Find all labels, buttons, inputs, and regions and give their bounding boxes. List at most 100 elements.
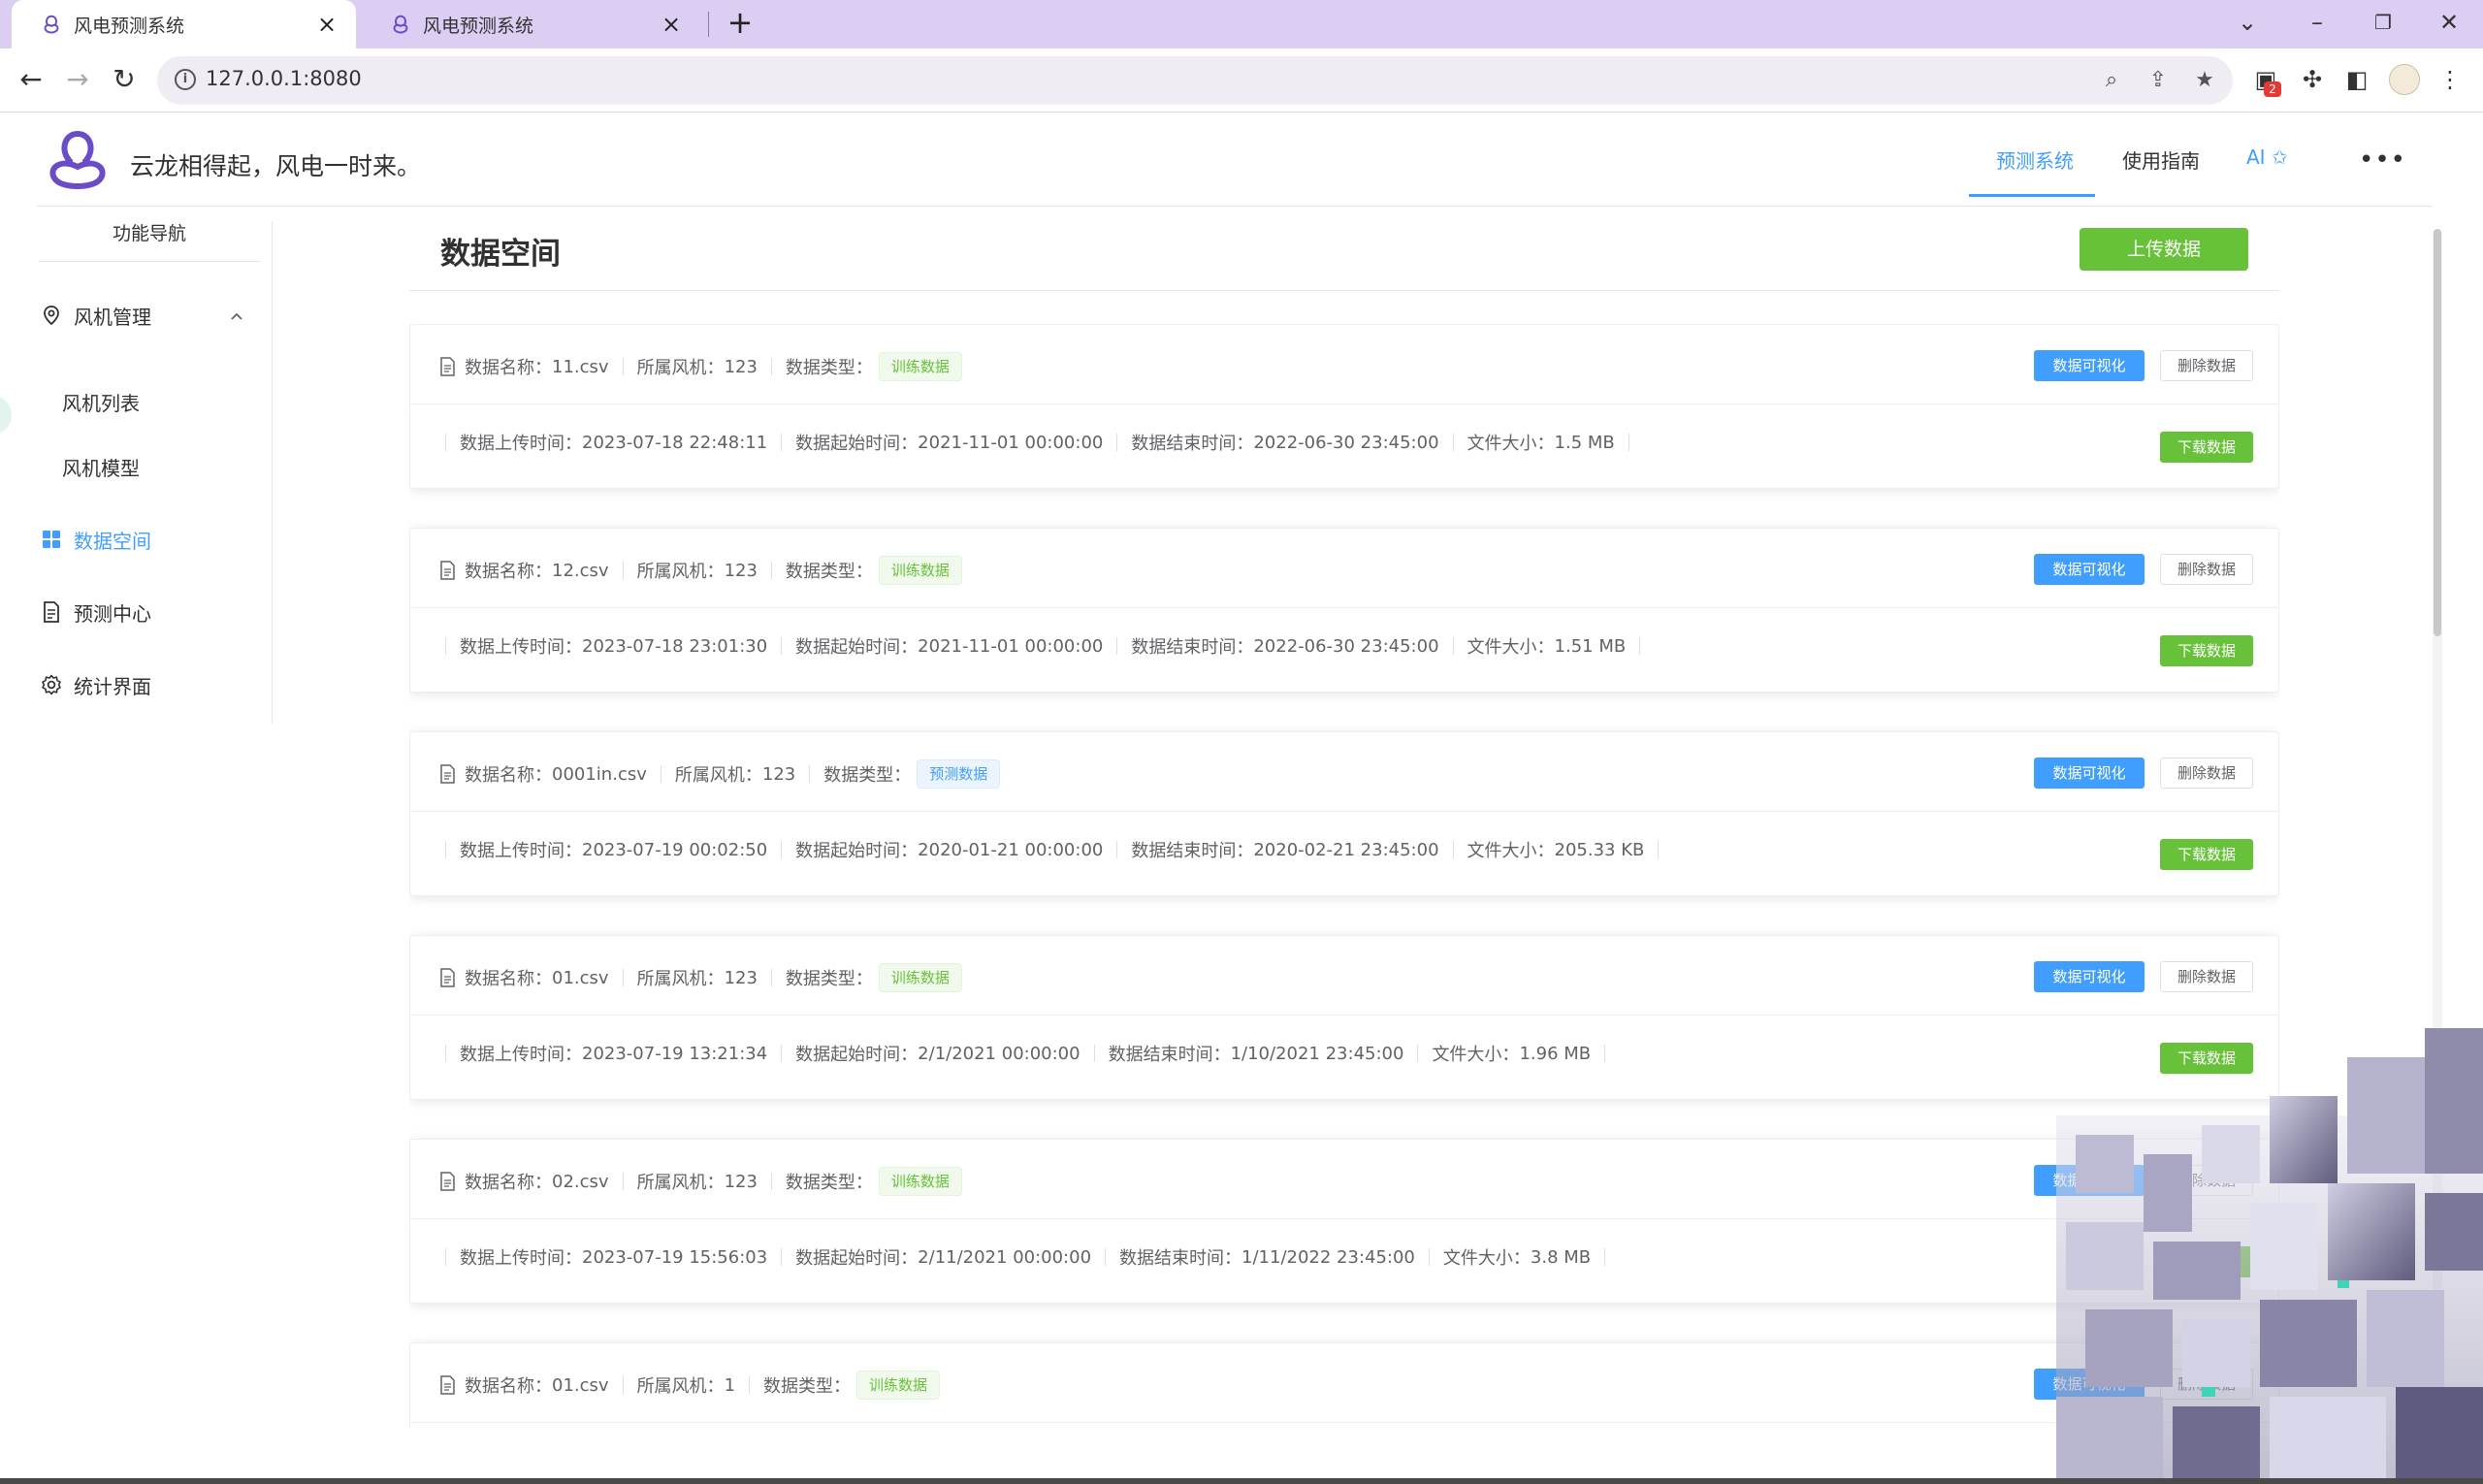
data-name-value: 11.csv — [552, 356, 609, 377]
topnav-prediction-system[interactable]: 预测系统 — [1996, 145, 2074, 174]
browser-tabstrip: 风电预测系统 × 风电预测系统 × + ⌄ – ❐ ✕ — [0, 0, 2483, 48]
close-window-icon[interactable]: ✕ — [2425, 0, 2473, 45]
restore-icon[interactable]: ❐ — [2359, 0, 2407, 45]
delete-data-button[interactable]: 删除数据 — [2160, 961, 2253, 992]
turbine-label: 所属风机： — [636, 1376, 725, 1397]
data-card: 数据名称： 02.csv 所属风机： 123 数据类型： 训练数据 数据可视化 … — [409, 1139, 2279, 1304]
field-separator — [1417, 1045, 1419, 1062]
visualize-data-button[interactable]: 数据可视化 — [2034, 350, 2144, 381]
start-time-label: 数据起始时间： — [795, 637, 919, 658]
visualize-data-button[interactable]: 数据可视化 — [2034, 758, 2144, 789]
browser-menu-icon[interactable]: ⋮ — [2435, 64, 2466, 95]
field-separator — [749, 1376, 751, 1394]
reload-icon[interactable]: ↻ — [105, 60, 144, 99]
field-separator — [445, 1248, 446, 1266]
card-header: 数据名称： 0001in.csv 所属风机： 123 数据类型： 预测数据 数据… — [410, 732, 2278, 812]
type-label: 数据类型： — [823, 765, 912, 786]
type-field: 数据类型： 训练数据 — [763, 1371, 941, 1400]
forward-arrow-icon[interactable]: → — [58, 60, 97, 99]
start-time-value: 2021-11-01 00:00:00 — [918, 432, 1104, 453]
end-time-label: 数据结束时间： — [1131, 434, 1254, 454]
file-size-value: 1.96 MB — [1519, 1043, 1592, 1064]
data-name-field: 数据名称： 01.csv — [465, 1372, 609, 1398]
sidebar-item-turbine-list[interactable]: 风机列表 — [62, 384, 140, 423]
close-tab-icon[interactable]: × — [315, 13, 339, 36]
data-name-field: 数据名称： 12.csv — [465, 558, 609, 583]
browser-tab-inactive[interactable]: 风电预测系统 × — [361, 0, 700, 48]
data-name-label: 数据名称： — [465, 969, 552, 989]
turbine-field: 所属风机： 1 — [637, 1372, 735, 1398]
download-data-button[interactable]: 下载数据 — [2160, 635, 2253, 666]
start-time-value: 2/11/2021 00:00:00 — [918, 1246, 1092, 1268]
grid-icon — [43, 531, 60, 548]
card-detail-row: 数据上传时间： 2023-07-19 13:21:34 数据起始时间： 2/1/… — [445, 1041, 1619, 1066]
data-name-value: 0001in.csv — [552, 763, 647, 785]
upload-time-value: 2023-07-18 22:48:11 — [582, 432, 768, 453]
visualize-data-button[interactable]: 数据可视化 — [2034, 554, 2144, 585]
more-menu-icon[interactable]: ••• — [2359, 145, 2406, 175]
address-bar[interactable]: i 127.0.0.1:8080 ⌕ ⇪ ★ — [157, 56, 2233, 105]
download-data-button[interactable]: 下载数据 — [2160, 839, 2253, 870]
upload-time-value: 2023-07-18 23:01:30 — [582, 635, 768, 657]
visualize-data-button[interactable]: 数据可视化 — [2034, 961, 2144, 992]
side-panel-icon[interactable]: ◧ — [2341, 64, 2372, 95]
card-header: 数据名称： 11.csv 所属风机： 123 数据类型： 训练数据 数据可视化 … — [410, 325, 2278, 404]
upload-data-button[interactable]: 上传数据 — [2080, 228, 2248, 271]
data-name-label: 数据名称： — [465, 1173, 552, 1193]
sidebar-item-statistics[interactable]: 统计界面 — [39, 665, 262, 704]
end-time-label: 数据结束时间： — [1119, 1248, 1242, 1269]
browser-tab-active[interactable]: 风电预测系统 × — [12, 0, 356, 48]
sidebar-item-prediction-center[interactable]: 预测中心 — [39, 593, 262, 631]
type-label: 数据类型： — [785, 562, 873, 582]
delete-data-button[interactable]: 删除数据 — [2160, 758, 2253, 789]
upload-time-value: 2023-07-19 15:56:03 — [582, 1246, 768, 1268]
card-detail-row: 数据上传时间： 2023-07-19 15:56:03 数据起始时间： 2/11… — [445, 1244, 1619, 1270]
card-summary-row: 数据名称： 02.csv 所属风机： 123 数据类型： 训练数据 — [439, 1167, 962, 1196]
zoom-icon[interactable]: ⌕ — [2097, 66, 2126, 95]
file-size-value: 1.5 MB — [1554, 432, 1615, 453]
topnav-ai[interactable]: AI ✩ — [2246, 145, 2288, 169]
taskbar-edge — [0, 1478, 2483, 1484]
data-name-label: 数据名称： — [465, 1376, 552, 1397]
site-info-icon[interactable]: i — [175, 69, 196, 90]
start-time-value: 2021-11-01 00:00:00 — [918, 635, 1104, 657]
field-separator — [1452, 637, 1454, 655]
delete-data-button[interactable]: 删除数据 — [2160, 350, 2253, 381]
address-url[interactable]: 127.0.0.1:8080 — [206, 67, 362, 90]
field-separator — [622, 1376, 624, 1394]
tab-search-chevron-icon[interactable]: ⌄ — [2223, 0, 2272, 45]
download-data-button[interactable]: 下载数据 — [2160, 432, 2253, 463]
chevron-up-icon[interactable] — [227, 306, 246, 326]
sidebar-item-label: 数据空间 — [74, 529, 151, 553]
close-tab-icon[interactable]: × — [660, 13, 683, 36]
sidebar-item-data-space[interactable]: 数据空间 — [39, 520, 262, 559]
bookmark-star-icon[interactable]: ★ — [2190, 66, 2219, 95]
turbine-label: 所属风机： — [636, 358, 725, 378]
turbine-field: 所属风机： 123 — [675, 761, 795, 787]
file-icon — [440, 1172, 455, 1191]
topnav-user-guide[interactable]: 使用指南 — [2122, 145, 2200, 174]
file-size-field: 文件大小： 3.8 MB — [1443, 1244, 1591, 1270]
upload-time-field: 数据上传时间： 2023-07-19 15:56:03 — [460, 1244, 767, 1270]
data-type-tag: 训练数据 — [878, 352, 962, 381]
edge-decoration — [0, 396, 12, 435]
delete-data-button[interactable]: 删除数据 — [2160, 554, 2253, 585]
sidebar-item-label: 统计界面 — [74, 674, 151, 698]
new-tab-icon[interactable]: + — [723, 6, 758, 41]
profile-avatar[interactable] — [2389, 64, 2420, 95]
data-card-list: 数据名称： 11.csv 所属风机： 123 数据类型： 训练数据 数据可视化 … — [409, 324, 2279, 1428]
page-scrollbar-thumb[interactable] — [2434, 229, 2441, 636]
sidebar-divider — [272, 221, 273, 724]
puzzle-extensions-icon[interactable]: ✣ — [2297, 64, 2328, 95]
share-icon[interactable]: ⇪ — [2144, 66, 2173, 95]
card-summary-row: 数据名称： 11.csv 所属风机： 123 数据类型： 训练数据 — [439, 352, 962, 381]
back-arrow-icon[interactable]: ← — [12, 60, 50, 99]
data-name-value: 12.csv — [552, 560, 609, 581]
upload-time-label: 数据上传时间： — [460, 1248, 582, 1269]
extension-badge: 2 — [2264, 81, 2281, 97]
data-name-field: 数据名称： 01.csv — [465, 965, 609, 990]
card-detail-row: 数据上传时间： 2023-07-19 00:02:50 数据起始时间： 2020… — [445, 837, 1672, 862]
minimize-icon[interactable]: – — [2293, 0, 2341, 45]
turbine-value: 123 — [724, 356, 758, 377]
sidebar-item-turbine-model[interactable]: 风机模型 — [62, 449, 140, 488]
